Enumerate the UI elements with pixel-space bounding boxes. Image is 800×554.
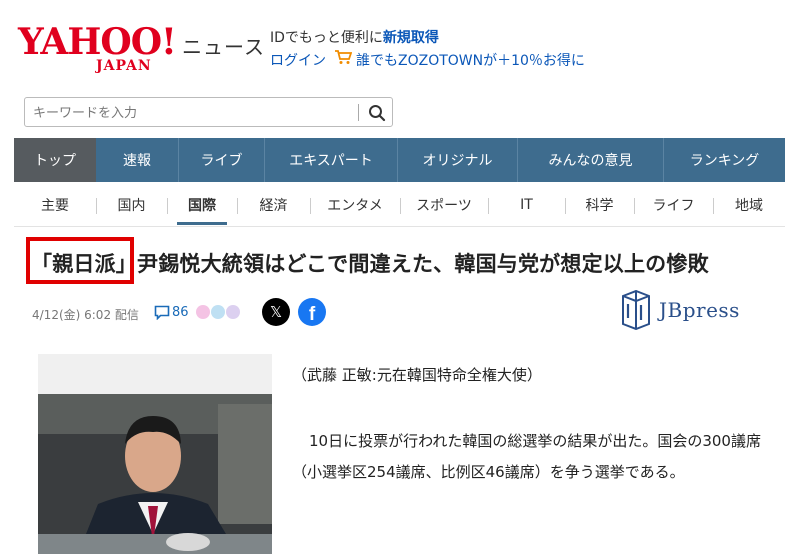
- reaction-face-icon: [211, 305, 225, 319]
- reaction-face-icon: [226, 305, 240, 319]
- cat-entertainment[interactable]: エンタメ: [310, 186, 400, 224]
- zozo-promo-link[interactable]: 誰でもZOZOTOWNが＋10％お得に: [356, 50, 585, 70]
- category-divider: [14, 226, 785, 227]
- comment-icon[interactable]: [154, 305, 170, 320]
- cat-economy[interactable]: 経済: [237, 186, 310, 224]
- service-name[interactable]: ニュース: [182, 31, 265, 60]
- x-share-icon[interactable]: 𝕏: [262, 298, 290, 326]
- nav-original[interactable]: オリジナル: [397, 138, 517, 182]
- comment-count[interactable]: 86: [172, 305, 189, 320]
- yahoo-japan-logo[interactable]: YAHOO! JAPAN: [18, 21, 178, 74]
- search-divider: [358, 104, 359, 121]
- article-photo-card[interactable]: [38, 354, 272, 554]
- cart-icon: [335, 50, 352, 64]
- id-promo: IDでもっと便利に新規取得: [270, 27, 439, 47]
- search-bar: [24, 97, 393, 127]
- cat-domestic[interactable]: 国内: [96, 186, 167, 224]
- signup-link[interactable]: 新規取得: [383, 30, 439, 46]
- cat-world[interactable]: 国際: [167, 186, 237, 225]
- facebook-share-icon[interactable]: f: [298, 298, 326, 326]
- login-link[interactable]: ログイン: [270, 50, 326, 70]
- nav-ranking[interactable]: ランキング: [663, 138, 785, 182]
- cat-life[interactable]: ライフ: [634, 186, 713, 224]
- publish-date: 4/12(金) 6:02 配信: [32, 308, 139, 322]
- nav-opinion[interactable]: みんなの意見: [517, 138, 663, 182]
- author-line: （武藤 正敏:元在韓国特命全権大使）: [292, 366, 542, 384]
- highlight-box: [26, 237, 134, 284]
- category-nav: 主要 国内 国際 経済 エンタメ スポーツ IT 科学 ライフ 地域: [14, 186, 785, 226]
- cat-sports[interactable]: スポーツ: [400, 186, 488, 224]
- nav-live[interactable]: ライブ: [178, 138, 264, 182]
- nav-breaking[interactable]: 速報: [96, 138, 178, 182]
- cat-main[interactable]: 主要: [14, 186, 96, 224]
- id-promo-text: IDでもっと便利に: [270, 30, 383, 46]
- article-body: 10日に投票が行われた韓国の総選挙の結果が出た。国会の300議席（小選挙区254…: [292, 432, 761, 481]
- logo-japan-text: JAPAN: [96, 58, 152, 74]
- nav-expert[interactable]: エキスパート: [264, 138, 397, 182]
- reaction-face-icon: [196, 305, 210, 319]
- cat-science[interactable]: 科学: [565, 186, 634, 224]
- publisher-name[interactable]: JBpress: [659, 298, 740, 322]
- search-input[interactable]: [31, 102, 355, 124]
- article-photo: [38, 394, 272, 554]
- search-icon[interactable]: [366, 102, 388, 124]
- nav-top[interactable]: トップ: [14, 138, 96, 182]
- reaction-faces[interactable]: [196, 305, 240, 319]
- cat-local[interactable]: 地域: [713, 186, 785, 224]
- jbpress-logo-icon[interactable]: [620, 290, 652, 330]
- logo-yahoo-text: YAHOO!: [18, 21, 177, 63]
- cat-it[interactable]: IT: [488, 186, 565, 224]
- main-nav: トップ 速報 ライブ エキスパート オリジナル みんなの意見 ランキング: [14, 138, 785, 182]
